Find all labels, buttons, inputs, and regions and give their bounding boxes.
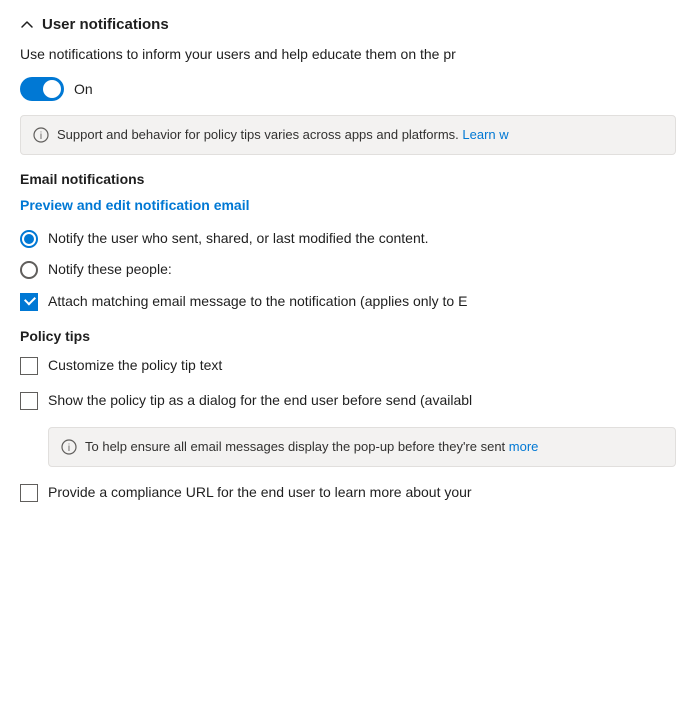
toggle-thumb <box>43 80 61 98</box>
policy-tips-info-box: i To help ensure all email messages disp… <box>48 427 676 467</box>
learn-more-link[interactable]: Learn w <box>462 127 508 142</box>
info-banner: i Support and behavior for policy tips v… <box>20 115 676 155</box>
svg-text:i: i <box>68 443 70 454</box>
radio-notify-sender[interactable] <box>20 230 38 248</box>
checkbox-show-dialog[interactable] <box>20 392 38 410</box>
more-link[interactable]: more <box>509 439 539 454</box>
checkbox-show-dialog-label: Show the policy tip as a dialog for the … <box>48 391 472 411</box>
checkbox-row-show-dialog[interactable]: Show the policy tip as a dialog for the … <box>20 391 676 411</box>
email-notifications-title: Email notifications <box>20 171 676 187</box>
section-title: User notifications <box>42 16 169 33</box>
checkbox-row-attach[interactable]: Attach matching email message to the not… <box>20 292 676 312</box>
policy-tips-section: Policy tips Customize the policy tip tex… <box>20 328 676 503</box>
checkbox-attach[interactable] <box>20 293 38 311</box>
info-icon-policy: i <box>61 439 77 455</box>
checkbox-row-customize-tip[interactable]: Customize the policy tip text <box>20 356 676 376</box>
svg-text:i: i <box>40 131 42 142</box>
checkbox-row-provide-url[interactable]: Provide a compliance URL for the end use… <box>20 483 676 503</box>
chevron-up-icon <box>20 18 34 32</box>
checkbox-customize-tip-label: Customize the policy tip text <box>48 356 222 376</box>
info-banner-text: Support and behavior for policy tips var… <box>57 126 509 144</box>
section-header[interactable]: User notifications <box>20 16 676 33</box>
preview-edit-link[interactable]: Preview and edit notification email <box>20 197 250 213</box>
radio-notify-sender-label: Notify the user who sent, shared, or las… <box>48 229 429 249</box>
email-notifications-section: Email notifications Preview and edit not… <box>20 171 676 312</box>
toggle-label: On <box>74 81 93 97</box>
radio-notify-people[interactable] <box>20 261 38 279</box>
info-box-text: To help ensure all email messages displa… <box>85 438 538 456</box>
checkbox-provide-url[interactable] <box>20 484 38 502</box>
checkbox-provide-url-label: Provide a compliance URL for the end use… <box>48 483 472 503</box>
checkbox-customize-tip[interactable] <box>20 357 38 375</box>
toggle-track <box>20 77 64 101</box>
radio-row-notify-sender[interactable]: Notify the user who sent, shared, or las… <box>20 229 676 249</box>
info-icon: i <box>33 127 49 143</box>
description-text: Use notifications to inform your users a… <box>20 45 676 65</box>
checkbox-attach-label: Attach matching email message to the not… <box>48 292 467 312</box>
toggle-row: On <box>20 77 676 101</box>
policy-tips-title: Policy tips <box>20 328 676 344</box>
notifications-toggle[interactable] <box>20 77 64 101</box>
radio-row-notify-people[interactable]: Notify these people: <box>20 260 676 280</box>
radio-notify-people-label: Notify these people: <box>48 260 172 280</box>
